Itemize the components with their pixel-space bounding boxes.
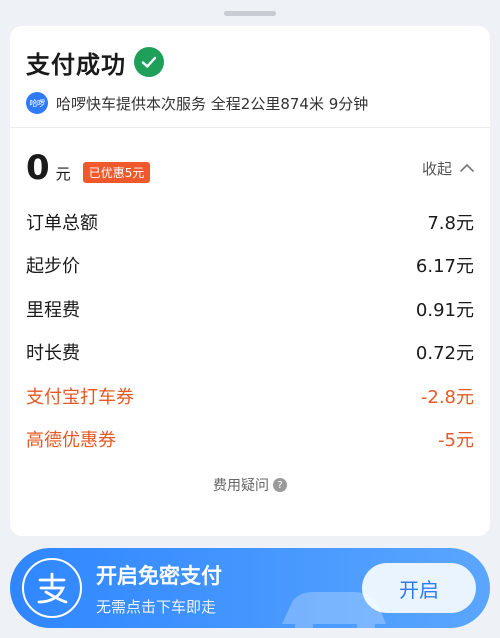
password-free-banner[interactable]: 开启免密支付 无需点击下车即走 开启 [10,548,490,628]
fee-value: 0.72元 [415,343,474,365]
collapse-toggle[interactable]: 收起 [422,158,474,179]
fee-row-base: 起步价 6.17元 [26,244,474,288]
fee-question-label: 费用疑问 [213,478,269,494]
paid-amount: 0 [26,148,50,188]
check-icon [134,47,164,77]
fee-label: 订单总额 [26,212,98,234]
alipay-icon [22,558,82,618]
payment-header: 支付成功 哈啰 哈啰快车提供本次服务 全程2公里874米 9分钟 [10,26,490,128]
page-title: 支付成功 [26,50,126,79]
currency-label: 元 [55,164,71,183]
help-icon: ? [273,478,287,492]
chevron-up-icon [460,163,474,172]
fee-value: 0.91元 [415,299,474,321]
banner-title: 开启免密支付 [96,563,222,588]
fee-row-distance: 里程费 0.91元 [26,287,474,331]
fee-label: 时长费 [26,343,80,365]
hello-logo-icon: 哈啰 [26,92,48,114]
fee-row-amap-coupon: 高德优惠券 -5元 [26,418,474,462]
fee-value: 7.8元 [427,212,474,234]
fee-value: -5元 [438,430,474,452]
fee-question-link[interactable]: 费用疑问 ? [10,475,490,495]
fee-list: 订单总额 7.8元 起步价 6.17元 里程费 0.91元 时长费 0.72元 … [10,200,490,461]
collapse-label: 收起 [421,159,452,178]
fee-row-duration: 时长费 0.72元 [26,331,474,375]
fee-row-alipay-coupon: 支付宝打车券 -2.8元 [26,374,474,418]
fee-label: 支付宝打车券 [26,386,134,408]
amount-row: 0 元 已优惠5元 收起 [10,148,490,188]
fee-value: -2.8元 [420,386,474,408]
discount-badge: 已优惠5元 [82,161,151,183]
payment-result-card: 支付成功 哈啰 哈啰快车提供本次服务 全程2公里874米 9分钟 0 元 已优惠… [10,26,490,536]
banner-subtitle: 无需点击下车即走 [96,597,217,616]
fee-row-total: 订单总额 7.8元 [26,200,474,244]
fee-value: 6.17元 [415,256,474,278]
drag-handle[interactable] [224,11,276,16]
fee-label: 里程费 [26,299,80,321]
fee-label: 起步价 [26,256,80,278]
car-decoration-icon [282,592,386,628]
fee-label: 高德优惠券 [26,430,116,452]
service-info: 哈啰快车提供本次服务 全程2公里874米 9分钟 [56,94,369,113]
